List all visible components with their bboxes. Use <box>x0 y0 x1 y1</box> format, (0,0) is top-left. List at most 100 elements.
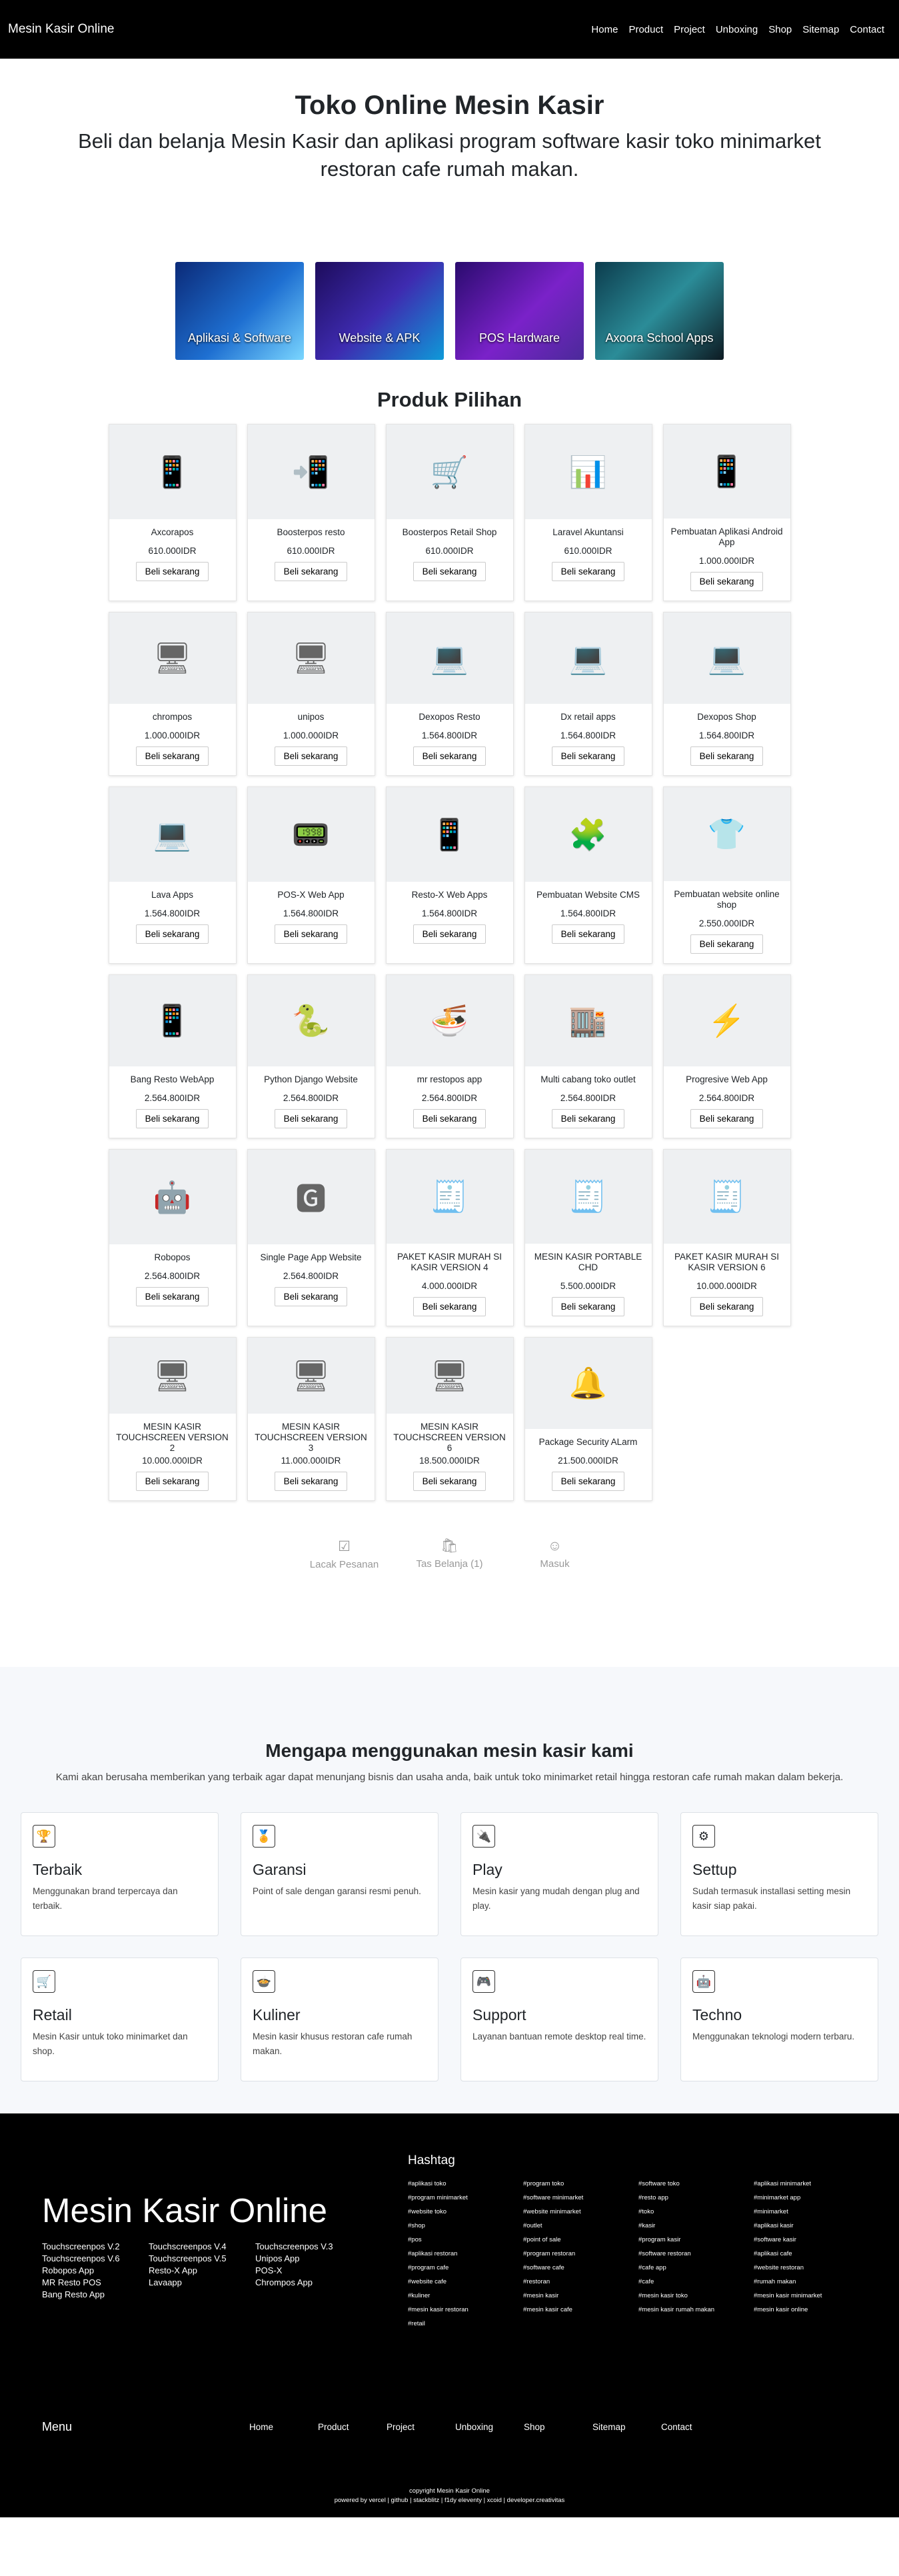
product-image[interactable]: 🅶 <box>247 1150 375 1244</box>
buy-button[interactable]: Beli sekarang <box>274 746 348 766</box>
buy-button[interactable]: Beli sekarang <box>690 1109 764 1128</box>
hashtag-link[interactable]: #software minimarket <box>523 2194 638 2201</box>
buy-button[interactable]: Beli sekarang <box>551 746 625 766</box>
buy-button[interactable]: Beli sekarang <box>274 1287 348 1306</box>
product-name[interactable]: MESIN KASIR TOUCHSCREEN VERSION 6 <box>387 1422 513 1453</box>
buy-button[interactable]: Beli sekarang <box>413 1472 486 1491</box>
buy-button[interactable]: Beli sekarang <box>551 1109 625 1128</box>
buy-button[interactable]: Beli sekarang <box>135 1109 209 1128</box>
product-name[interactable]: Single Page App Website <box>253 1252 368 1263</box>
hashtag-link[interactable]: #program minimarket <box>408 2194 523 2201</box>
category-axoora-school[interactable]: Axoora School Apps <box>595 262 724 360</box>
hashtag-link[interactable]: #program restoran <box>523 2250 638 2257</box>
nav-contact[interactable]: Contact <box>850 24 884 35</box>
footer-menu-contact[interactable]: Contact <box>661 2422 730 2432</box>
hashtag-link[interactable]: #resto app <box>638 2194 754 2201</box>
buy-button[interactable]: Beli sekarang <box>413 1297 486 1316</box>
buy-button[interactable]: Beli sekarang <box>413 1109 486 1128</box>
product-image[interactable]: 🖥 <box>247 1338 375 1414</box>
powered-by-text[interactable]: powered by vercel | github | stackblitz … <box>0 2496 899 2505</box>
product-image[interactable]: 🐍 <box>247 975 375 1066</box>
category-website-apk[interactable]: Website & APK <box>315 262 444 360</box>
buy-button[interactable]: Beli sekarang <box>274 1109 348 1128</box>
product-name[interactable]: Robopos <box>147 1252 197 1263</box>
product-image[interactable]: 🧩 <box>524 787 652 882</box>
buy-button[interactable]: Beli sekarang <box>551 1472 625 1491</box>
hashtag-link[interactable]: #mesin kasir toko <box>638 2292 754 2299</box>
product-image[interactable]: 🖥 <box>247 613 375 704</box>
footer-menu-sitemap[interactable]: Sitemap <box>592 2422 661 2432</box>
product-name[interactable]: Dx retail apps <box>554 712 622 722</box>
hashtag-link[interactable]: #minimarket <box>754 2208 869 2215</box>
hashtag-link[interactable]: #restoran <box>523 2278 638 2285</box>
buy-button[interactable]: Beli sekarang <box>413 562 486 581</box>
buy-button[interactable]: Beli sekarang <box>135 1287 209 1306</box>
product-image[interactable]: 📱 <box>663 425 790 519</box>
footer-app-link[interactable]: Touchscreenpos V.5 <box>149 2253 255 2263</box>
product-image[interactable]: 🏬 <box>524 975 652 1066</box>
product-name[interactable]: unipos <box>291 712 331 722</box>
nav-product[interactable]: Product <box>628 24 663 35</box>
product-image[interactable]: 📱 <box>109 975 236 1066</box>
buy-button[interactable]: Beli sekarang <box>135 746 209 766</box>
hashtag-link[interactable]: #point of sale <box>523 2236 638 2243</box>
product-name[interactable]: mr restopos app <box>411 1074 489 1085</box>
product-image[interactable]: ⚡ <box>663 975 790 1066</box>
buy-button[interactable]: Beli sekarang <box>690 572 764 591</box>
hashtag-link[interactable]: #kuliner <box>408 2292 523 2299</box>
product-image[interactable]: 💻 <box>386 613 513 704</box>
product-image[interactable]: 🍜 <box>386 975 513 1066</box>
buy-button[interactable]: Beli sekarang <box>413 924 486 944</box>
product-name[interactable]: MESIN KASIR PORTABLE CHD <box>525 1252 652 1273</box>
buy-button[interactable]: Beli sekarang <box>135 1472 209 1491</box>
hashtag-link[interactable]: #aplikasi minimarket <box>754 2180 869 2187</box>
product-image[interactable]: 💻 <box>109 787 236 882</box>
product-name[interactable]: PAKET KASIR MURAH SI KASIR VERSION 6 <box>664 1252 790 1273</box>
hashtag-link[interactable]: #software kasir <box>754 2236 869 2243</box>
hashtag-link[interactable]: #cafe app <box>638 2264 754 2271</box>
product-name[interactable]: Progresive Web App <box>679 1074 774 1085</box>
hashtag-link[interactable]: #software restoran <box>638 2250 754 2257</box>
hashtag-link[interactable]: #mesin kasir minimarket <box>754 2292 869 2299</box>
hashtag-link[interactable]: #aplikasi restoran <box>408 2250 523 2257</box>
footer-menu-home[interactable]: Home <box>249 2422 318 2432</box>
product-image[interactable]: 🛒 <box>386 425 513 519</box>
footer-app-link[interactable]: Touchscreenpos V.2 <box>42 2241 149 2251</box>
category-aplikasi-software[interactable]: Aplikasi & Software <box>175 262 304 360</box>
brand-link[interactable]: Mesin Kasir Online <box>8 22 114 37</box>
hashtag-link[interactable]: #mesin kasir <box>523 2292 638 2299</box>
footer-app-link[interactable]: Robopos App <box>42 2265 149 2275</box>
hashtag-link[interactable]: #aplikasi kasir <box>754 2222 869 2229</box>
hashtag-link[interactable]: #mesin kasir online <box>754 2306 869 2313</box>
footer-app-link[interactable]: Bang Resto App <box>42 2289 149 2299</box>
product-image[interactable]: 💻 <box>663 613 790 704</box>
product-name[interactable]: Boosterpos resto <box>270 527 351 538</box>
hashtag-link[interactable]: #minimarket app <box>754 2194 869 2201</box>
hashtag-link[interactable]: #website cafe <box>408 2278 523 2285</box>
nav-unboxing[interactable]: Unboxing <box>716 24 758 35</box>
hashtag-link[interactable]: #website minimarket <box>523 2208 638 2215</box>
product-name[interactable]: Pembuatan website online shop <box>664 889 790 910</box>
hashtag-link[interactable]: #pos <box>408 2236 523 2243</box>
hashtag-link[interactable]: #program toko <box>523 2180 638 2187</box>
hashtag-link[interactable]: #rumah makan <box>754 2278 869 2285</box>
nav-project[interactable]: Project <box>674 24 705 35</box>
hashtag-link[interactable]: #outlet <box>523 2222 638 2229</box>
footer-app-link[interactable]: Unipos App <box>255 2253 362 2263</box>
footer-app-link[interactable]: POS-X <box>255 2265 362 2275</box>
product-image[interactable]: 💻 <box>524 613 652 704</box>
footer-app-link[interactable]: Touchscreenpos V.4 <box>149 2241 255 2251</box>
hashtag-link[interactable]: #software toko <box>638 2180 754 2187</box>
buy-button[interactable]: Beli sekarang <box>551 924 625 944</box>
product-name[interactable]: Package Security ALarm <box>532 1437 644 1448</box>
footer-app-link[interactable]: Chrompos App <box>255 2277 362 2287</box>
product-name[interactable]: Dexopos Shop <box>690 712 763 722</box>
hashtag-link[interactable]: #aplikasi cafe <box>754 2250 869 2257</box>
product-image[interactable]: 📲 <box>247 425 375 519</box>
buy-button[interactable]: Beli sekarang <box>690 934 764 954</box>
product-name[interactable]: Bang Resto WebApp <box>124 1074 221 1085</box>
hashtag-link[interactable]: #toko <box>638 2208 754 2215</box>
product-name[interactable]: Python Django Website <box>257 1074 365 1085</box>
footer-menu-shop[interactable]: Shop <box>524 2422 592 2432</box>
product-image[interactable]: 🔔 <box>524 1338 652 1429</box>
